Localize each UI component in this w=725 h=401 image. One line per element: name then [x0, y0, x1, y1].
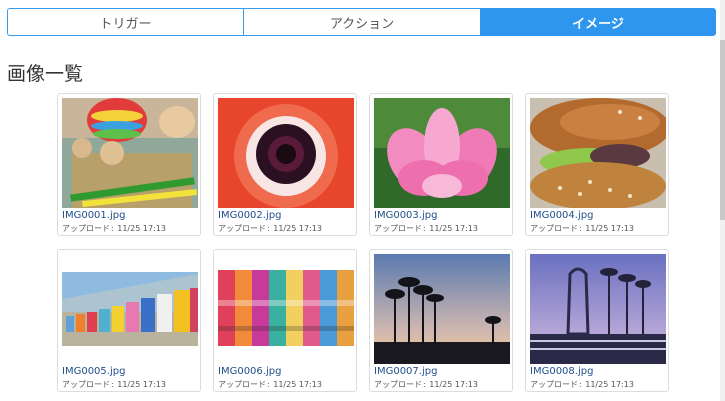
- scroll-thumb[interactable]: [720, 40, 725, 220]
- upload-time: 11/25 17:13: [585, 380, 634, 389]
- image-card[interactable]: IMG0002.jpg アップロード: 11/25 17:13: [213, 93, 357, 236]
- upload-info: アップロード: 11/25 17:13: [62, 380, 166, 389]
- tab-action[interactable]: アクション: [243, 8, 481, 36]
- image-thumbnail[interactable]: [218, 98, 354, 208]
- image-filename[interactable]: IMG0002.jpg: [218, 210, 281, 221]
- upload-info: アップロード: 11/25 17:13: [530, 224, 634, 233]
- image-filename[interactable]: IMG0001.jpg: [62, 210, 125, 221]
- image-thumbnail[interactable]: [218, 254, 354, 364]
- upload-info: アップロード: 11/25 17:13: [218, 224, 322, 233]
- image-card[interactable]: IMG0005.jpg アップロード: 11/25 17:13: [57, 249, 201, 392]
- upload-label: アップロード: [218, 380, 266, 389]
- image-filename[interactable]: IMG0005.jpg: [62, 366, 125, 377]
- upload-label: アップロード: [62, 224, 110, 233]
- upload-label: アップロード: [218, 224, 266, 233]
- image-thumbnail[interactable]: [374, 98, 510, 208]
- image-card[interactable]: IMG0001.jpg アップロード: 11/25 17:13: [57, 93, 201, 236]
- upload-label: アップロード: [374, 380, 422, 389]
- upload-time: 11/25 17:13: [117, 224, 166, 233]
- tab-bar: トリガー アクション イメージ: [7, 8, 716, 36]
- tab-trigger[interactable]: トリガー: [7, 8, 244, 36]
- image-filename[interactable]: IMG0004.jpg: [530, 210, 593, 221]
- image-thumbnail[interactable]: [62, 254, 198, 364]
- upload-time: 11/25 17:13: [429, 380, 478, 389]
- image-card[interactable]: IMG0006.jpg アップロード: 11/25 17:13: [213, 249, 357, 392]
- upload-info: アップロード: 11/25 17:13: [374, 224, 478, 233]
- image-card[interactable]: IMG0003.jpg アップロード: 11/25 17:13: [369, 93, 513, 236]
- upload-info: アップロード: 11/25 17:13: [62, 224, 166, 233]
- upload-label: アップロード: [374, 224, 422, 233]
- image-filename[interactable]: IMG0003.jpg: [374, 210, 437, 221]
- upload-label: アップロード: [530, 380, 578, 389]
- upload-time: 11/25 17:13: [117, 380, 166, 389]
- upload-info: アップロード: 11/25 17:13: [218, 380, 322, 389]
- page-title: 画像一覧: [7, 63, 84, 85]
- upload-time: 11/25 17:13: [585, 224, 634, 233]
- upload-info: アップロード: 11/25 17:13: [530, 380, 634, 389]
- upload-label: アップロード: [62, 380, 110, 389]
- image-card[interactable]: IMG0007.jpg アップロード: 11/25 17:13: [369, 249, 513, 392]
- tab-image[interactable]: イメージ: [480, 8, 716, 36]
- image-thumbnail[interactable]: [530, 98, 666, 208]
- image-thumbnail[interactable]: [374, 254, 510, 364]
- scrollbar[interactable]: [720, 0, 725, 401]
- image-thumbnail[interactable]: [530, 254, 666, 364]
- upload-time: 11/25 17:13: [273, 380, 322, 389]
- upload-info: アップロード: 11/25 17:13: [374, 380, 478, 389]
- image-filename[interactable]: IMG0006.jpg: [218, 366, 281, 377]
- image-filename[interactable]: IMG0007.jpg: [374, 366, 437, 377]
- image-card[interactable]: IMG0008.jpg アップロード: 11/25 17:13: [525, 249, 669, 392]
- upload-time: 11/25 17:13: [273, 224, 322, 233]
- upload-time: 11/25 17:13: [429, 224, 478, 233]
- image-card[interactable]: IMG0004.jpg アップロード: 11/25 17:13: [525, 93, 669, 236]
- image-filename[interactable]: IMG0008.jpg: [530, 366, 593, 377]
- image-thumbnail[interactable]: [62, 98, 198, 208]
- upload-label: アップロード: [530, 224, 578, 233]
